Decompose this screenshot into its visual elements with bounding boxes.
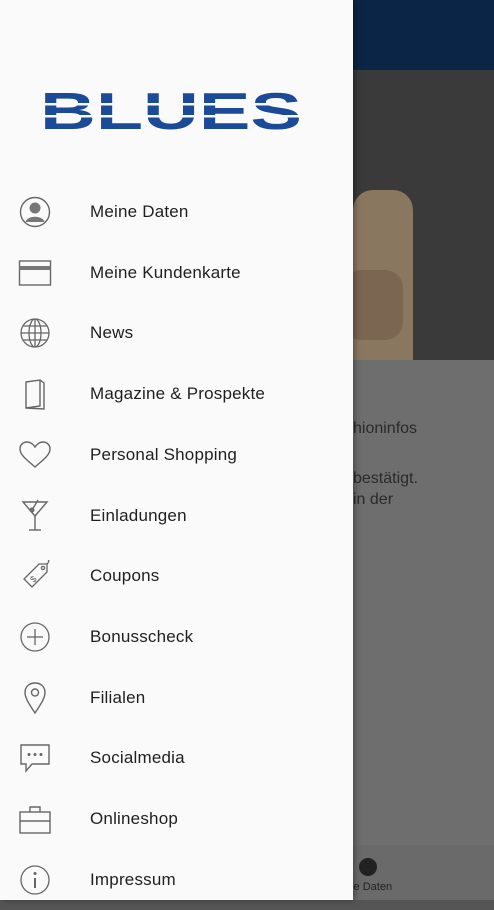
menu-item-bonusscheck[interactable]: Bonusscheck: [0, 607, 353, 667]
menu-item-label: Einladungen: [90, 506, 187, 525]
magazine-icon: [17, 376, 53, 412]
person-icon[interactable]: [359, 858, 377, 876]
menu-item-einladungen[interactable]: Einladungen: [0, 486, 353, 546]
menu-item-socialmedia[interactable]: Socialmedia: [0, 728, 353, 788]
location-pin-icon: [17, 680, 53, 716]
menu-item-filialen[interactable]: Filialen: [0, 668, 353, 728]
menu-item-label: Coupons: [90, 566, 160, 585]
menu-item-label: Meine Daten: [90, 202, 189, 221]
globe-icon: [17, 315, 53, 351]
menu-item-label: Personal Shopping: [90, 445, 238, 464]
menu-item-magazine-prospekte[interactable]: Magazine & Prospekte: [0, 364, 353, 424]
navigation-drawer: BLUES Meine Daten Meine Kundenkarte News…: [0, 0, 353, 900]
hero-image: [353, 70, 494, 360]
menu-item-label: Socialmedia: [90, 748, 185, 767]
cocktail-glass-icon: [17, 498, 53, 534]
menu-item-onlineshop[interactable]: Onlineshop: [0, 789, 353, 849]
menu-item-label: Filialen: [90, 688, 146, 707]
hero-figure-arm: [353, 270, 403, 340]
menu-item-label: Impressum: [90, 870, 176, 889]
menu-item-label: Bonusscheck: [90, 627, 194, 646]
menu-item-coupons[interactable]: $ Coupons: [0, 546, 353, 606]
chat-bubble-icon: [17, 740, 53, 776]
card-icon: [17, 255, 53, 291]
menu-item-personal-shopping[interactable]: Personal Shopping: [0, 425, 353, 485]
menu-item-label: Magazine & Prospekte: [90, 384, 266, 403]
menu-item-label: Onlineshop: [90, 809, 179, 828]
shopping-bag-icon: [17, 801, 53, 837]
person-icon: [17, 194, 53, 230]
price-tag-icon: $: [17, 558, 53, 594]
menu-item-label: News: [90, 323, 134, 342]
blues-logo: BLUES: [38, 86, 304, 134]
info-icon: [17, 862, 53, 898]
menu-item-impressum[interactable]: Impressum: [0, 850, 353, 910]
background-text-line: hioninfos: [353, 420, 418, 437]
menu-item-label: Meine Kundenkarte: [90, 263, 241, 282]
menu-item-meine-daten[interactable]: Meine Daten: [0, 182, 353, 242]
background-text-line: in der: [353, 491, 394, 508]
heart-icon: [17, 437, 53, 473]
menu-item-news[interactable]: News: [0, 303, 353, 363]
menu-item-meine-kundenkarte[interactable]: Meine Kundenkarte: [0, 243, 353, 303]
background-text-line: bestätigt.: [353, 470, 418, 487]
plus-circle-icon: [17, 619, 53, 655]
svg-text:BLUES: BLUES: [40, 86, 302, 134]
